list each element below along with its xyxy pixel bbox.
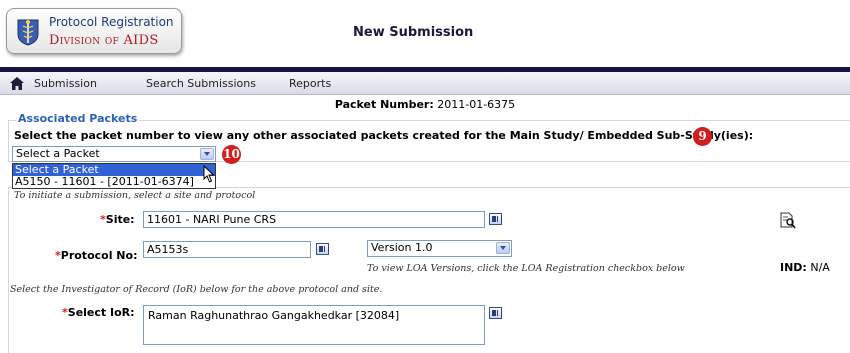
ind-display: IND: N/A [780, 261, 830, 274]
page-title: New Submission [353, 25, 474, 40]
initiate-note: To initiate a submission, select a site … [14, 190, 256, 201]
nav-reports[interactable]: Reports [289, 77, 331, 90]
daids-logo[interactable]: Protocol Registration Division of AIDS [6, 8, 182, 54]
packet-option[interactable]: A5150 - 11601 - [2011-01-6374] [13, 176, 215, 188]
packet-number: Packet Number: 2011-01-6375 [0, 98, 850, 111]
protocol-field[interactable]: A5153s [143, 241, 311, 258]
main-nav: Submission Search Submissions Reports [0, 72, 850, 95]
version-select-value: Version 1.0 [371, 241, 433, 254]
packet-number-value: 2011-01-6375 [437, 98, 516, 111]
site-field[interactable]: 11601 - NARI Pune CRS [143, 211, 485, 228]
app-header: Protocol Registration Division of AIDS N… [0, 0, 850, 72]
ind-value: N/A [810, 261, 830, 274]
callout-badge-10: 10 [222, 145, 241, 164]
associated-packets-title: Associated Packets [16, 112, 140, 125]
loa-note: To view LOA Versions, click the LOA Regi… [367, 263, 685, 274]
document-search-icon[interactable] [780, 212, 796, 229]
ior-textarea[interactable]: Raman Raghunathrao Gangakhedkar [32084] [143, 305, 485, 345]
protocol-label: *Protocol No: [55, 249, 138, 262]
mouse-cursor-icon [203, 165, 215, 183]
ind-label: IND: [780, 261, 807, 274]
packet-number-label: Packet Number: [334, 98, 434, 111]
nav-search-submissions[interactable]: Search Submissions [146, 77, 256, 90]
caduceus-emblem-icon [17, 19, 39, 46]
home-icon[interactable] [10, 77, 24, 90]
nav-submission[interactable]: Submission [34, 77, 97, 90]
ior-lookup-icon[interactable] [489, 307, 502, 319]
protocol-lookup-icon[interactable] [316, 243, 329, 255]
chevron-down-icon[interactable] [496, 242, 510, 254]
version-select[interactable]: Version 1.0 [367, 240, 512, 257]
associated-packets-instruction: Select the packet number to view any oth… [14, 129, 754, 142]
packet-dropdown-list: Select a Packet A5150 - 11601 - [2011-01… [12, 163, 216, 189]
ior-note: Select the Investigator of Record (IoR) … [10, 284, 383, 295]
logo-division-text: Division of AIDS [49, 33, 159, 48]
logo-title-text: Protocol Registration [49, 15, 174, 29]
ior-label: *Select IoR: [62, 306, 135, 319]
packet-select[interactable]: Select a Packet [12, 146, 216, 162]
packet-select-value: Select a Packet [16, 147, 100, 160]
site-lookup-icon[interactable] [489, 213, 502, 225]
site-label: *Site: [100, 213, 135, 226]
chevron-down-icon[interactable] [200, 148, 214, 160]
callout-badge-9: 9 [693, 127, 712, 146]
